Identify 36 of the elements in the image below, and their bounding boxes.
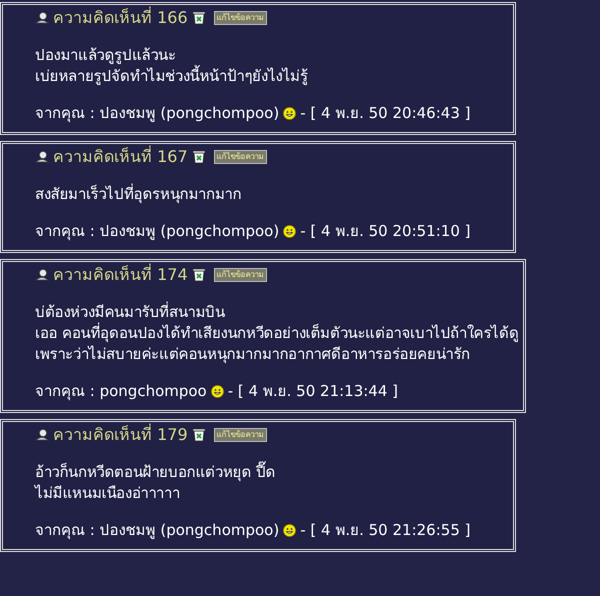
author-name: จากคุณ : ปองชมพู (pongchompoo) xyxy=(35,221,280,242)
user-icon xyxy=(35,429,49,441)
post-date: - [ 4 พ.ย. 50 20:46:43 ] xyxy=(300,103,470,124)
post-date: - [ 4 พ.ย. 50 21:26:55 ] xyxy=(300,520,470,541)
trash-icon[interactable] xyxy=(192,150,206,164)
comment-text: สงสัยมาเร็วไปที่อุดรหนุกมากมาก xyxy=(35,184,242,205)
comment-text: เออ คอนที่อุดอนปองได้ทำเสียงนกหวีดอย่างเต็มตัวนะแต่อาจเบาไปถ้าใครได้ดู xyxy=(35,323,519,344)
smiley-icon xyxy=(283,225,296,238)
edit-link[interactable]: แก้ไขข้อความ xyxy=(214,428,267,442)
comment-text: เพราะว่าไม่สบายค่ะแต่คอนหนุกมากมากอากาศดีอาหารอร่อยคยน่ารัก xyxy=(35,344,472,365)
trash-icon[interactable] xyxy=(192,268,206,282)
trash-icon[interactable] xyxy=(192,11,206,25)
user-icon xyxy=(35,151,49,163)
smiley-icon xyxy=(283,107,296,120)
author-name: จากคุณ : ปองชมพู (pongchompoo) xyxy=(35,520,280,541)
comment-number: ความคิดเห็นที่ 166 xyxy=(53,6,188,29)
post-date: - [ 4 พ.ย. 50 21:13:44 ] xyxy=(228,381,398,402)
comment-number: ความคิดเห็นที่ 179 xyxy=(53,423,188,446)
smiley-icon xyxy=(210,385,224,398)
smiley-icon xyxy=(283,524,296,537)
comment-text: อ้าวก็นกหวีดตอนฝ้ายบอกแต่วหยุด ปี๊ด xyxy=(35,462,276,483)
comment-number: ความคิดเห็นที่ 167 xyxy=(53,145,188,168)
edit-link[interactable]: แก้ไขข้อความ xyxy=(214,150,267,164)
edit-link[interactable]: แก้ไขข้อความ xyxy=(214,11,267,25)
comment-text: เบ่ยหลายรูปจัดทำไมช่วงนี้หน้าป้าๆยังไงไม่รู้ xyxy=(35,66,309,87)
edit-link[interactable]: แก้ไขข้อความ xyxy=(214,268,267,282)
comment-text: ไม่มีแหนมเนืองอ่าาาาา xyxy=(35,483,181,504)
author-name: จากคุณ : ปองชมพู (pongchompoo) xyxy=(35,103,280,124)
user-icon xyxy=(35,269,49,281)
user-icon xyxy=(35,12,49,24)
comment-number: ความคิดเห็นที่ 174 xyxy=(53,263,188,286)
comment-text: บ่ต้องห่วงมีคนมารับที่สนามบิน xyxy=(35,302,226,322)
post-date: - [ 4 พ.ย. 50 20:51:10 ] xyxy=(300,221,470,242)
trash-icon[interactable] xyxy=(192,428,206,442)
author-name: จากคุณ : pongchompoo xyxy=(35,381,207,402)
comment-text: ปองมาแล้วดูรูปแล้วนะ xyxy=(35,45,177,65)
